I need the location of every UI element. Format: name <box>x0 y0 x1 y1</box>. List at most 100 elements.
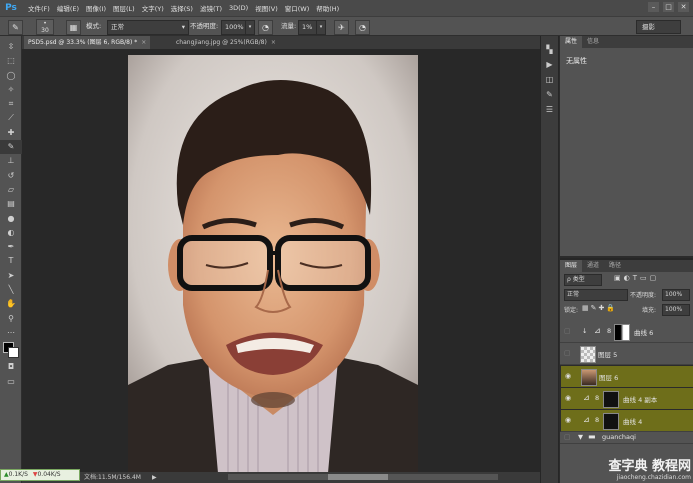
move-tool-icon[interactable]: ⇳ <box>0 40 22 54</box>
status-menu-arrow[interactable]: ▶ <box>152 472 157 483</box>
history-brush-tool-icon[interactable]: ↺ <box>0 169 22 183</box>
restore-button[interactable]: □ <box>663 2 674 12</box>
layer-row[interactable]: ▢ 图层 5 <box>560 343 693 365</box>
layer-opacity-label: 不透明度: <box>630 292 657 299</box>
scrollbar-thumb[interactable] <box>328 474 388 480</box>
minimize-button[interactable]: – <box>648 2 659 12</box>
brush-tool-preset-icon[interactable]: ✎ <box>8 20 23 35</box>
actions-play-icon[interactable]: ▶ <box>541 57 558 72</box>
menu-window[interactable]: 窗口(W) <box>285 3 310 13</box>
menu-view[interactable]: 视图(V) <box>255 3 278 13</box>
history-icon[interactable]: ◫ <box>541 72 558 87</box>
eye-icon[interactable]: ◉ <box>565 394 573 402</box>
healing-brush-tool-icon[interactable]: ✚ <box>0 126 22 140</box>
adjustments-icon[interactable]: ☰ <box>541 102 558 117</box>
chevron-down-icon[interactable]: ▾ <box>245 20 255 35</box>
eye-icon[interactable]: ▢ <box>564 433 572 441</box>
dodge-tool-icon[interactable]: ◐ <box>0 226 22 240</box>
lock-icons[interactable]: ▦✎✚🔒 <box>582 304 617 312</box>
type-tool-icon[interactable]: T <box>0 254 22 268</box>
marquee-tool-icon[interactable]: ⬚ <box>0 54 22 68</box>
quick-select-tool-icon[interactable]: ✧ <box>0 83 22 97</box>
close-tab-icon[interactable]: × <box>271 39 276 46</box>
horizontal-scrollbar[interactable] <box>228 474 498 480</box>
histogram-icon[interactable]: ▚ <box>541 42 558 57</box>
menu-type[interactable]: 文字(Y) <box>142 3 164 13</box>
tab-layers[interactable]: 图层 <box>560 260 583 272</box>
tab-info[interactable]: 信息 <box>582 36 604 48</box>
menu-image[interactable]: 图像(I) <box>86 3 106 13</box>
menu-layer[interactable]: 图层(L) <box>113 3 135 13</box>
mode-select[interactable]: 正常 ▾ <box>107 20 189 35</box>
zoom-tool-icon[interactable]: ⚲ <box>0 312 22 326</box>
fill-label: 填充: <box>642 307 657 314</box>
panel-icon-strip: ▚ ▶ ◫ ✎ ☰ <box>540 36 559 483</box>
menu-help[interactable]: 帮助(H) <box>316 3 339 13</box>
brush-panel-icon[interactable]: ▦ <box>66 20 81 35</box>
layer-row[interactable]: ▢ ↓ ⊿ 8 曲线 6 <box>560 321 693 343</box>
layer-group-row[interactable]: ▢ ▼ ▬ guanchaqi <box>560 431 693 444</box>
color-swatches[interactable] <box>0 340 21 360</box>
clone-stamp-tool-icon[interactable]: ⊥ <box>0 154 22 168</box>
close-button[interactable]: ✕ <box>678 2 689 12</box>
screen-mode-icon[interactable]: ▭ <box>0 375 22 389</box>
document-canvas-photo[interactable] <box>128 55 418 473</box>
pressure-size-icon[interactable]: ◔ <box>355 20 370 35</box>
tab-psd5[interactable]: PSD5.psd @ 33.3% (图层 6, RGB/8) * × <box>24 36 151 49</box>
shape-tool-icon[interactable]: ╲ <box>0 283 22 297</box>
path-select-tool-icon[interactable]: ➤ <box>0 269 22 283</box>
upload-speed: 0.1K/S <box>8 471 28 478</box>
group-expand-icon[interactable]: ▼ <box>578 433 583 441</box>
eyedropper-tool-icon[interactable]: ⟋ <box>0 111 22 125</box>
brush-settings-icon[interactable]: ✎ <box>541 87 558 102</box>
workspace-select[interactable]: 摄影 <box>636 20 681 34</box>
tab-properties[interactable]: 属性 <box>560 36 583 48</box>
lasso-tool-icon[interactable]: ◯ <box>0 69 22 83</box>
eye-icon[interactable]: ▢ <box>564 349 572 357</box>
menu-select[interactable]: 选择(S) <box>171 3 193 13</box>
photoshop-logo: Ps <box>5 3 17 13</box>
menu-filter[interactable]: 滤镜(T) <box>200 3 222 13</box>
tab-changjiang[interactable]: changjiang.jpg @ 25%(RGB/8) × <box>172 36 280 49</box>
properties-panel: 属性 信息 无属性 <box>560 36 693 256</box>
eye-icon[interactable]: ▢ <box>564 327 572 335</box>
menu-edit[interactable]: 编辑(E) <box>57 3 79 13</box>
background-color[interactable] <box>8 347 19 359</box>
network-speed-widget: ▲0.1K/S ▼0.04K/S <box>0 469 80 481</box>
chevron-down-icon[interactable]: ▾ <box>316 20 326 35</box>
gradient-tool-icon[interactable]: ▤ <box>0 197 22 211</box>
brush-preset-picker[interactable]: • 30 <box>36 19 54 35</box>
blend-mode-select[interactable]: 正常 <box>564 289 628 301</box>
filter-icons[interactable]: ▣◐T▭▢ <box>614 274 659 282</box>
layer-row-selected[interactable]: ◉ 图层 6 <box>560 365 693 388</box>
blur-tool-icon[interactable]: ● <box>0 212 22 226</box>
quick-mask-icon[interactable]: ◘ <box>0 360 22 374</box>
hand-tool-icon[interactable]: ✋ <box>0 297 22 311</box>
tab-paths[interactable]: 路径 <box>604 260 626 272</box>
tab-label: changjiang.jpg @ 25%(RGB/8) <box>176 39 267 46</box>
eraser-tool-icon[interactable]: ▱ <box>0 183 22 197</box>
portrait-image <box>128 55 418 473</box>
eye-icon[interactable]: ◉ <box>565 372 573 380</box>
eye-icon[interactable]: ◉ <box>565 416 573 424</box>
layer-row-selected[interactable]: ◉ ⊿ 8 曲线 4 副本 <box>560 387 693 410</box>
curves-adjustment-icon: ⊿ <box>583 393 590 402</box>
tab-channels[interactable]: 通道 <box>582 260 604 272</box>
pen-tool-icon[interactable]: ✒ <box>0 240 22 254</box>
menu-file[interactable]: 文件(F) <box>28 3 50 13</box>
layer-thumb <box>581 369 597 386</box>
layer-row-selected[interactable]: ◉ ⊿ 8 曲线 4 <box>560 409 693 432</box>
layer-filter-select[interactable]: ρ 类型 <box>564 274 602 286</box>
options-bar: ✎ • 30 ▦ 模式: 正常 ▾ 不透明度: 100% ▾ ◔ 流量: 1% ▾… <box>0 16 693 36</box>
layers-tabs: 图层 通道 路径 <box>560 260 693 272</box>
crop-tool-icon[interactable]: ⌗ <box>0 97 22 111</box>
brush-tool-icon[interactable]: ✎ <box>0 140 22 155</box>
layer-opacity-input[interactable]: 100% <box>662 289 690 301</box>
fill-input[interactable]: 100% <box>662 304 690 316</box>
close-tab-icon[interactable]: × <box>141 39 146 46</box>
brush-dot-icon: • <box>43 20 47 27</box>
menu-3d[interactable]: 3D(D) <box>229 4 248 12</box>
extra-tool-icon[interactable]: ⋯ <box>0 326 22 340</box>
pressure-opacity-icon[interactable]: ◔ <box>258 20 273 35</box>
airbrush-icon[interactable]: ✈ <box>334 20 349 35</box>
